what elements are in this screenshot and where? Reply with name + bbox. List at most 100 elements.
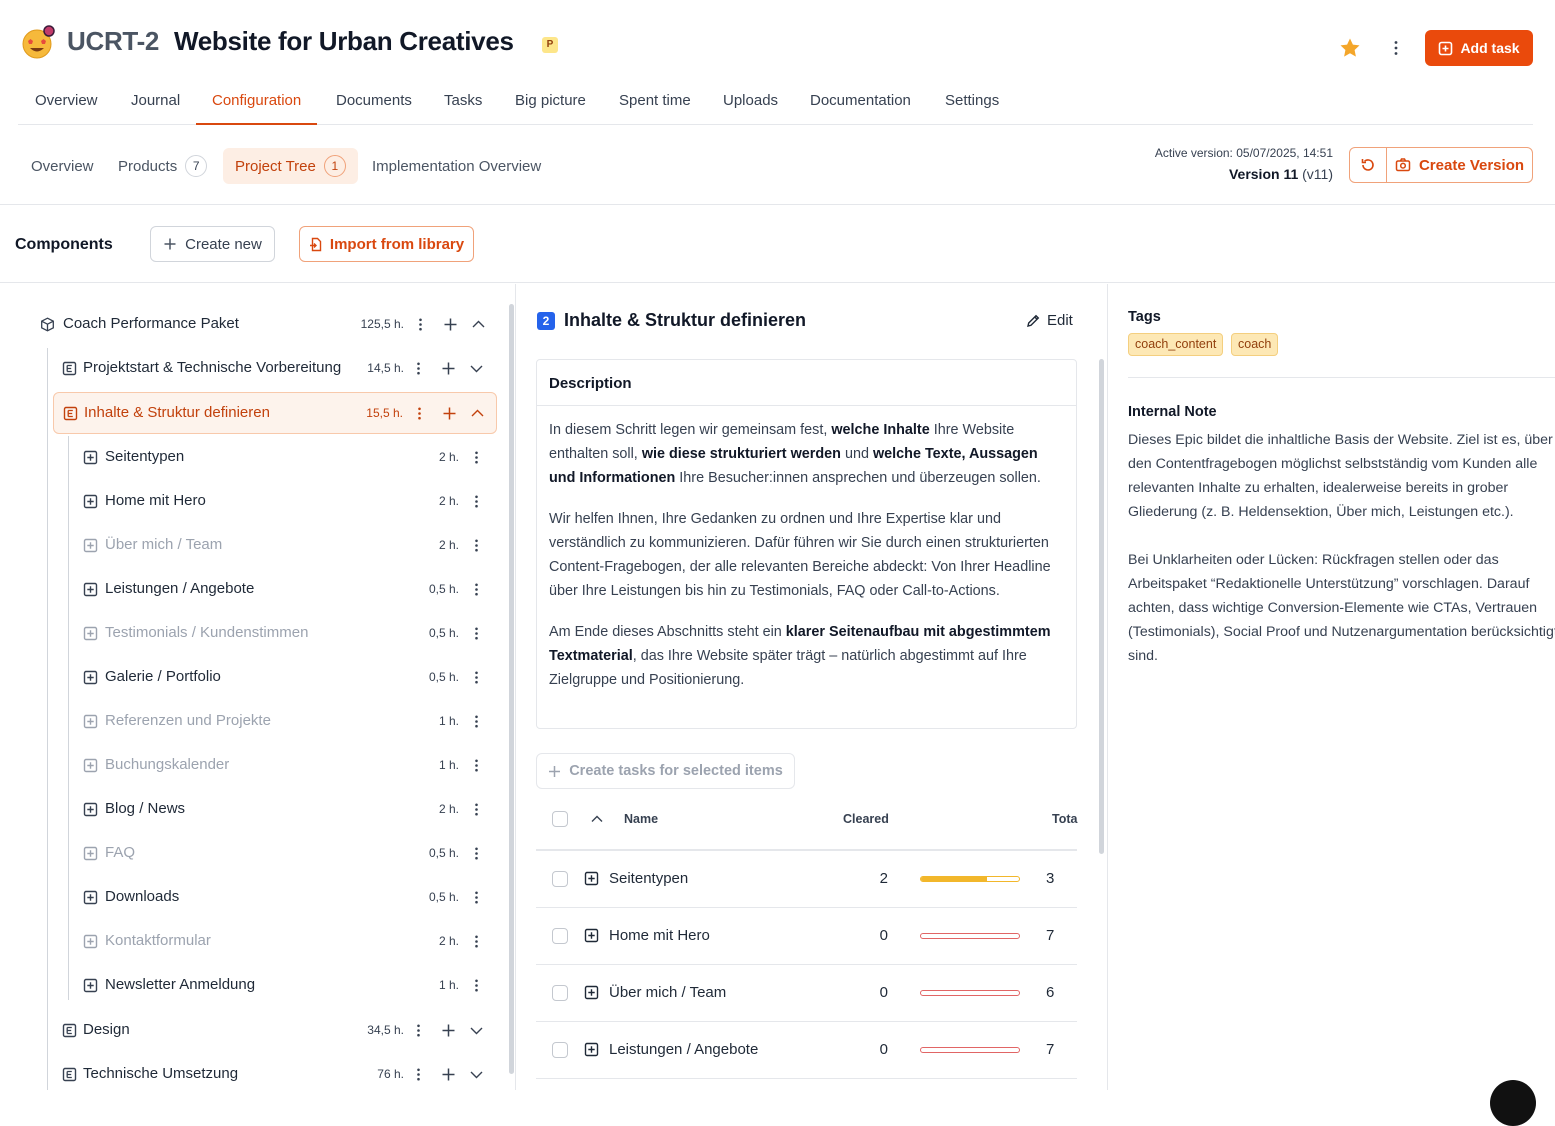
tree-item-label: Buchungskalender bbox=[105, 756, 230, 773]
chevron-up-icon[interactable] bbox=[471, 317, 486, 332]
tab-uploads[interactable]: Uploads bbox=[723, 84, 778, 124]
create-version-button[interactable]: Create Version bbox=[1387, 148, 1532, 182]
row-total: 7 bbox=[1046, 1041, 1055, 1058]
tree-item[interactable]: Home mit Hero 2 h. bbox=[74, 480, 494, 522]
tree-item-label: Blog / News bbox=[105, 800, 186, 817]
row-checkbox[interactable] bbox=[552, 985, 568, 1001]
version-button-group: Create Version bbox=[1349, 147, 1533, 183]
table-row[interactable]: Über mich / Team 0 6 bbox=[536, 965, 1077, 1022]
chevron-up-icon[interactable] bbox=[470, 406, 485, 421]
more-options-icon[interactable] bbox=[411, 1023, 426, 1038]
tree-epic-projektstart[interactable]: Projektstart & Technische Vorbereitung 14… bbox=[53, 348, 497, 390]
more-options-icon[interactable] bbox=[469, 582, 484, 597]
add-task-button[interactable]: Add task bbox=[1425, 30, 1533, 66]
row-checkbox[interactable] bbox=[552, 871, 568, 887]
tab-documentation[interactable]: Documentation bbox=[810, 84, 911, 124]
subtab-overview[interactable]: Overview bbox=[19, 148, 106, 184]
tree-epic-projektstart-label: Projektstart & Technische Vorbereitung bbox=[83, 359, 342, 376]
detail-scrollbar[interactable] bbox=[1099, 359, 1104, 854]
more-options-icon[interactable] bbox=[469, 890, 484, 905]
tree-item[interactable]: Testimonials / Kundenstimmen 0,5 h. bbox=[74, 612, 494, 654]
table-row[interactable]: Home mit Hero 0 7 bbox=[536, 908, 1077, 965]
plus-icon bbox=[549, 765, 561, 777]
add-child-icon[interactable] bbox=[443, 317, 458, 332]
more-options-icon[interactable] bbox=[469, 714, 484, 729]
chevron-down-icon[interactable] bbox=[469, 361, 484, 376]
tree-epic-design[interactable]: Design 34,5 h. bbox=[53, 1010, 497, 1052]
edit-button[interactable]: Edit bbox=[1026, 312, 1073, 329]
tree-item[interactable]: Downloads 0,5 h. bbox=[74, 876, 494, 918]
tree-root-coach-performance-paket[interactable]: Coach Performance Paket 125,5 h. bbox=[30, 304, 500, 346]
tree-item[interactable]: Referenzen und Projekte 1 h. bbox=[74, 700, 494, 742]
table-row[interactable]: Seitentypen 2 3 bbox=[536, 851, 1077, 908]
tree-item[interactable]: Newsletter Anmeldung 1 h. bbox=[74, 964, 494, 1006]
epic-icon bbox=[62, 1067, 77, 1082]
tab-settings[interactable]: Settings bbox=[945, 84, 999, 124]
tree-item[interactable]: Seitentypen 2 h. bbox=[74, 436, 494, 478]
tree-item[interactable]: Leistungen / Angebote 0,5 h. bbox=[74, 568, 494, 610]
more-options-icon[interactable] bbox=[469, 802, 484, 817]
add-child-icon[interactable] bbox=[441, 1067, 456, 1082]
add-child-icon[interactable] bbox=[441, 361, 456, 376]
revert-version-button[interactable] bbox=[1350, 148, 1387, 182]
column-total[interactable]: Tota bbox=[1052, 812, 1077, 826]
more-options-icon[interactable] bbox=[469, 626, 484, 641]
more-options-icon[interactable] bbox=[413, 317, 428, 332]
tree-item[interactable]: Galerie / Portfolio 0,5 h. bbox=[74, 656, 494, 698]
tab-spent-time[interactable]: Spent time bbox=[619, 84, 691, 124]
tree-item[interactable]: Über mich / Team 2 h. bbox=[74, 524, 494, 566]
project-title: Website for Urban Creatives bbox=[174, 26, 514, 56]
row-checkbox[interactable] bbox=[552, 928, 568, 944]
tab-big-picture[interactable]: Big picture bbox=[515, 84, 586, 124]
more-options-icon[interactable] bbox=[412, 406, 427, 421]
chevron-down-icon[interactable] bbox=[469, 1023, 484, 1038]
subtab-products[interactable]: Products 7 bbox=[106, 148, 219, 184]
collapse-all-icon[interactable] bbox=[590, 812, 604, 826]
feature-icon bbox=[83, 582, 98, 597]
tag-coach[interactable]: coach bbox=[1231, 333, 1279, 356]
tree-epic-inhalte-struktur[interactable]: Inhalte & Struktur definieren 15,5 h. bbox=[53, 392, 497, 434]
more-options-icon[interactable] bbox=[469, 450, 484, 465]
more-options-icon[interactable] bbox=[469, 538, 484, 553]
tree-item[interactable]: Kontaktformular 2 h. bbox=[74, 920, 494, 962]
table-row[interactable]: Leistungen / Angebote 0 7 bbox=[536, 1022, 1077, 1079]
more-options-icon[interactable] bbox=[1386, 38, 1406, 58]
more-options-icon[interactable] bbox=[469, 758, 484, 773]
tree-item[interactable]: Buchungskalender 1 h. bbox=[74, 744, 494, 786]
tab-overview[interactable]: Overview bbox=[35, 84, 98, 124]
more-options-icon[interactable] bbox=[411, 361, 426, 376]
select-all-checkbox[interactable] bbox=[552, 811, 568, 827]
subtab-implementation-overview[interactable]: Implementation Overview bbox=[360, 148, 553, 184]
import-from-library-button[interactable]: Import from library bbox=[299, 226, 474, 262]
more-options-icon[interactable] bbox=[469, 846, 484, 861]
tab-journal[interactable]: Journal bbox=[131, 84, 180, 124]
more-options-icon[interactable] bbox=[411, 1067, 426, 1082]
add-child-icon[interactable] bbox=[442, 406, 457, 421]
more-options-icon[interactable] bbox=[469, 978, 484, 993]
row-checkbox[interactable] bbox=[552, 1042, 568, 1058]
more-options-icon[interactable] bbox=[469, 670, 484, 685]
column-cleared[interactable]: Cleared bbox=[843, 812, 889, 826]
tree-item-hours: 2 h. bbox=[438, 934, 459, 948]
create-new-button[interactable]: Create new bbox=[150, 226, 275, 262]
row-cleared: 0 bbox=[879, 927, 888, 944]
chevron-down-icon[interactable] bbox=[469, 1067, 484, 1082]
tab-documents[interactable]: Documents bbox=[336, 84, 412, 124]
chat-widget-button[interactable] bbox=[1490, 1080, 1536, 1126]
tree-item[interactable]: Blog / News 2 h. bbox=[74, 788, 494, 830]
tree-scrollbar[interactable] bbox=[509, 304, 514, 1074]
tree-item[interactable]: FAQ 0,5 h. bbox=[74, 832, 494, 874]
more-options-icon[interactable] bbox=[469, 934, 484, 949]
tree-epic-technische-umsetzung[interactable]: Technische Umsetzung 76 h. bbox=[53, 1054, 497, 1090]
tab-configuration[interactable]: Configuration bbox=[196, 84, 318, 125]
more-options-icon[interactable] bbox=[469, 494, 484, 509]
feature-icon bbox=[83, 670, 98, 685]
create-tasks-button[interactable]: Create tasks for selected items bbox=[536, 753, 795, 789]
tag-coach-content[interactable]: coach_content bbox=[1128, 333, 1224, 356]
description-paragraph: In diesem Schritt legen wir gemeinsam fe… bbox=[549, 422, 1041, 486]
add-child-icon[interactable] bbox=[441, 1023, 456, 1038]
favorite-star-icon[interactable] bbox=[1338, 36, 1362, 60]
tab-tasks[interactable]: Tasks bbox=[444, 84, 482, 124]
subtab-project-tree[interactable]: Project Tree 1 bbox=[223, 148, 358, 184]
column-name[interactable]: Name bbox=[624, 812, 658, 826]
